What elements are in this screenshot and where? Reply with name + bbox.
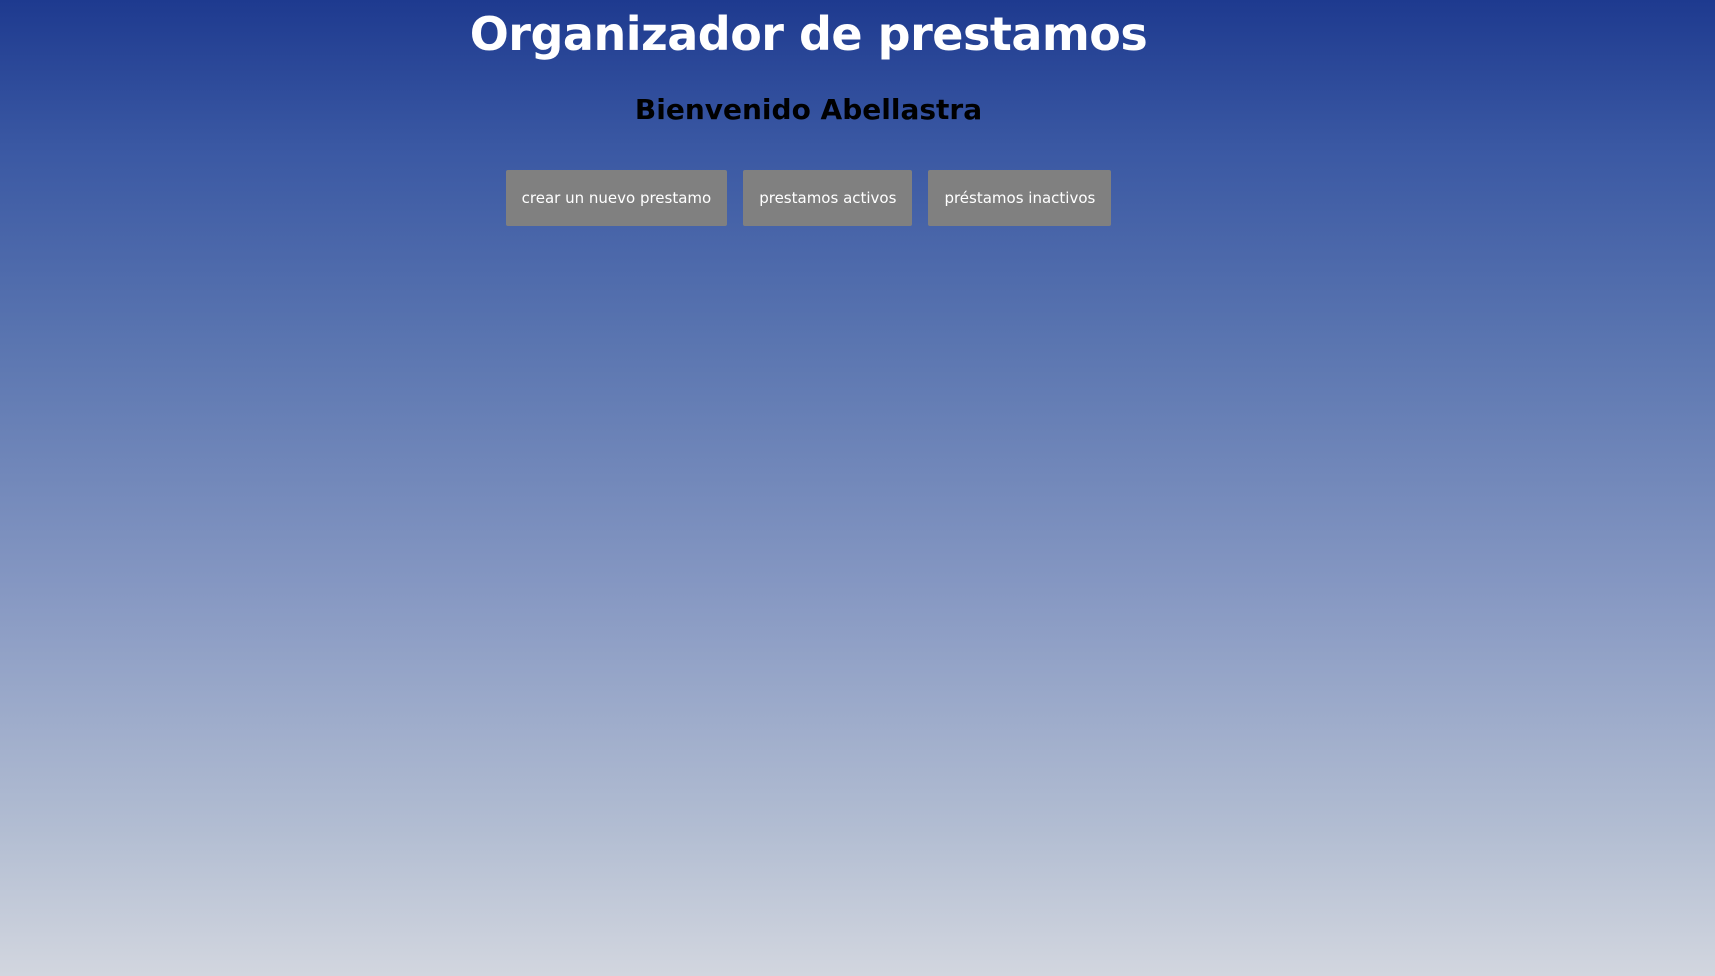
main-container: Organizador de prestamos Bienvenido Abel…: [0, 0, 1617, 226]
page-title: Organizador de prestamos: [469, 7, 1148, 61]
inactive-loans-button[interactable]: préstamos inactivos: [928, 170, 1112, 226]
action-buttons: crear un nuevo prestamo prestamos activo…: [0, 170, 1617, 226]
create-loan-button[interactable]: crear un nuevo prestamo: [505, 170, 728, 226]
welcome-message: Bienvenido Abellastra: [634, 93, 983, 126]
active-loans-button[interactable]: prestamos activos: [743, 170, 913, 226]
